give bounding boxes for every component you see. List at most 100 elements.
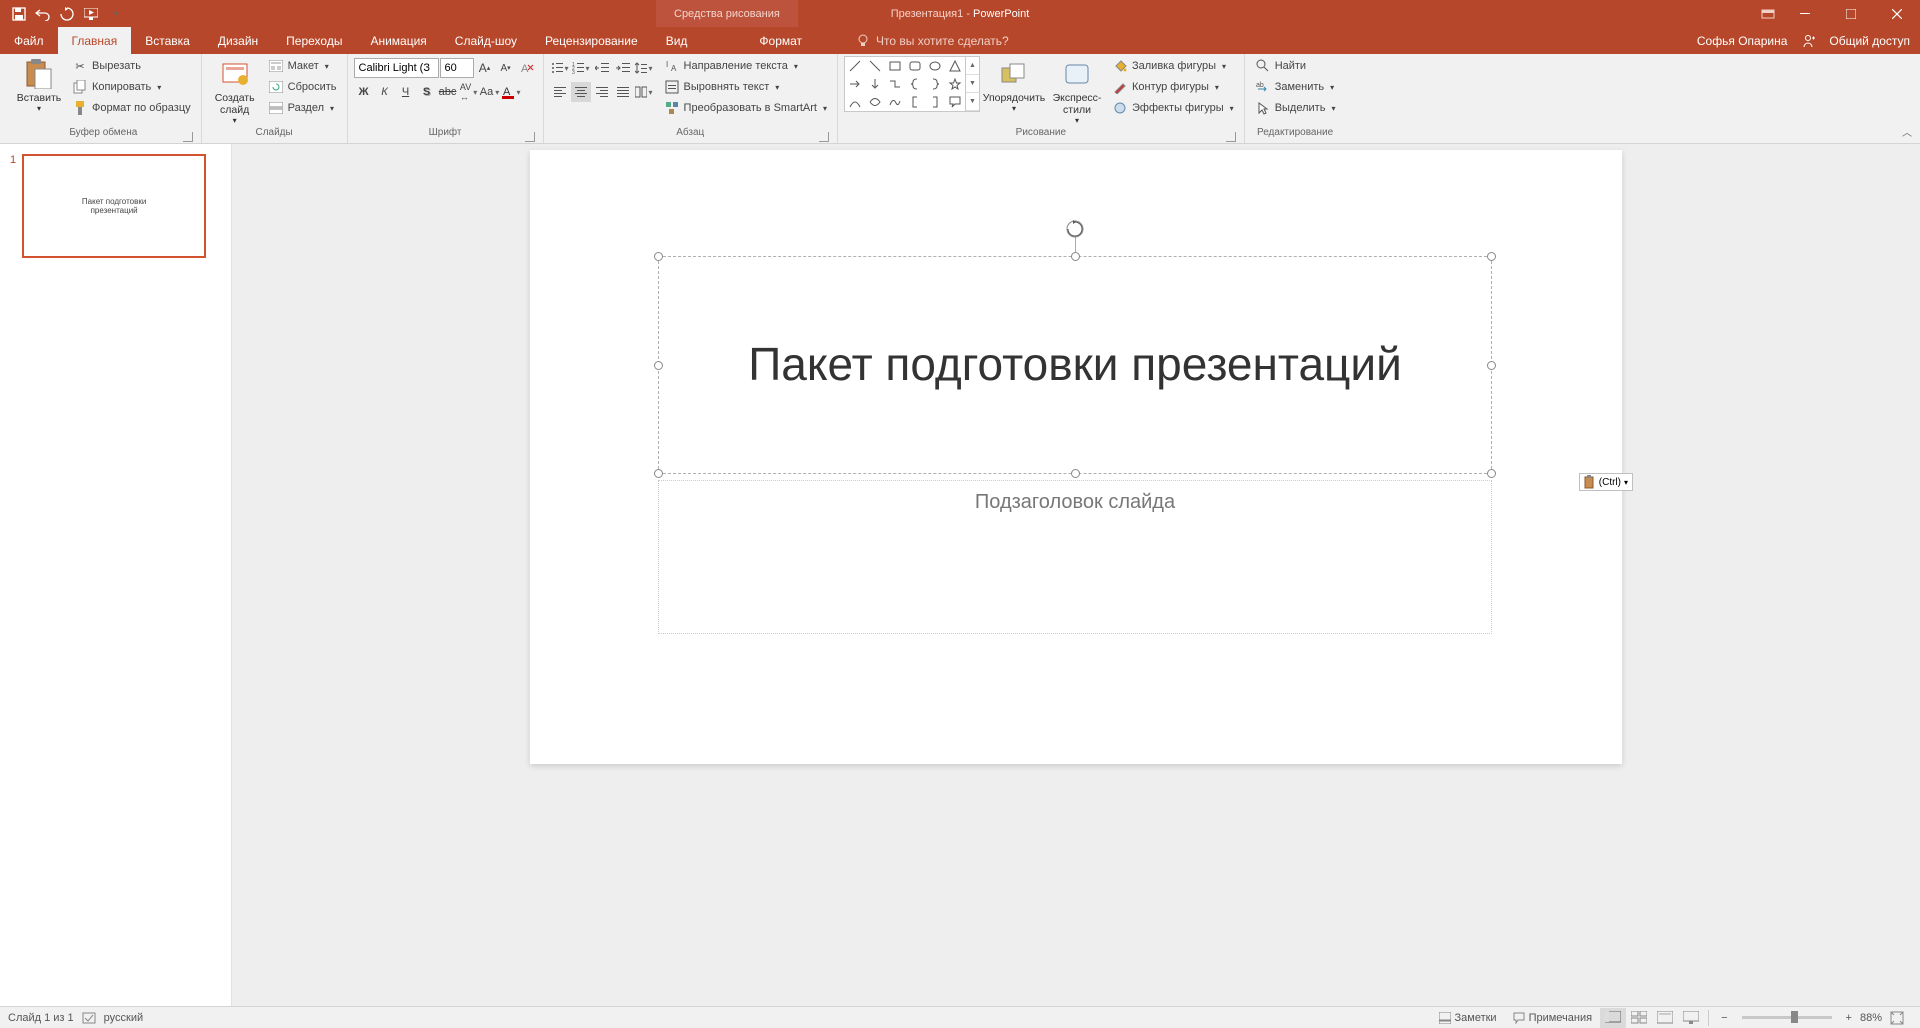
align-left-icon[interactable] xyxy=(550,82,570,102)
tab-review[interactable]: Рецензирование xyxy=(531,27,652,54)
shape-triangle-icon[interactable] xyxy=(945,57,965,75)
shape-rect-icon[interactable] xyxy=(885,57,905,75)
slideshow-view-icon[interactable] xyxy=(1678,1008,1704,1028)
tab-home[interactable]: Главная xyxy=(58,27,132,54)
columns-icon[interactable] xyxy=(634,82,654,102)
bold-icon[interactable]: Ж xyxy=(354,82,374,102)
char-spacing-icon[interactable]: AV↔ xyxy=(459,82,479,102)
strikethrough-icon[interactable]: abc xyxy=(438,82,458,102)
zoom-out-button[interactable]: − xyxy=(1713,1012,1735,1024)
tab-design[interactable]: Дизайн xyxy=(204,27,272,54)
shadow-icon[interactable]: S xyxy=(417,82,437,102)
normal-view-icon[interactable] xyxy=(1600,1008,1626,1028)
shapes-gallery[interactable]: ▲ ▼ ▼ xyxy=(844,56,980,112)
slide-thumbnail-1[interactable]: 1 Пакет подготовки презентаций xyxy=(10,154,221,258)
zoom-thumb[interactable] xyxy=(1791,1011,1798,1023)
start-from-beginning-icon[interactable] xyxy=(80,3,102,25)
share-button[interactable]: Общий доступ xyxy=(1829,34,1910,48)
decrease-indent-icon[interactable] xyxy=(592,58,612,78)
paste-options-button[interactable]: (Ctrl) ▾ xyxy=(1579,473,1633,491)
resize-handle[interactable] xyxy=(654,252,663,261)
tab-transitions[interactable]: Переходы xyxy=(272,27,356,54)
shape-arrow-r-icon[interactable] xyxy=(845,75,865,93)
drawing-launcher[interactable] xyxy=(1226,132,1236,142)
font-launcher[interactable] xyxy=(525,132,535,142)
select-button[interactable]: Выделить▾ xyxy=(1251,98,1340,118)
line-spacing-icon[interactable] xyxy=(634,58,654,78)
shape-rect2-icon[interactable] xyxy=(905,57,925,75)
font-size-input[interactable] xyxy=(440,58,474,78)
format-painter-button[interactable]: Формат по образцу xyxy=(68,98,195,118)
shape-oval-icon[interactable] xyxy=(925,57,945,75)
font-color-icon[interactable]: A xyxy=(501,82,521,102)
font-name-input[interactable] xyxy=(354,58,439,78)
collapse-ribbon-icon[interactable]: ︿ xyxy=(1902,124,1912,139)
increase-font-icon[interactable]: A▴ xyxy=(475,58,495,78)
save-icon[interactable] xyxy=(8,3,30,25)
tab-file[interactable]: Файл xyxy=(0,27,58,54)
user-name[interactable]: Софья Опарина xyxy=(1697,34,1787,48)
gallery-more-icon[interactable]: ▼ xyxy=(966,93,979,111)
text-direction-button[interactable]: IAНаправление текста▾ xyxy=(660,56,831,76)
resize-handle[interactable] xyxy=(1487,469,1496,478)
slide-thumbnails-panel[interactable]: 1 Пакет подготовки презентаций xyxy=(0,144,232,1006)
shape-bracket-r-icon[interactable] xyxy=(925,93,945,111)
shape-connector-icon[interactable] xyxy=(885,75,905,93)
sorter-view-icon[interactable] xyxy=(1626,1008,1652,1028)
paste-button[interactable]: Вставить▾ xyxy=(12,56,66,113)
justify-icon[interactable] xyxy=(613,82,633,102)
resize-handle[interactable] xyxy=(1071,469,1080,478)
shape-brace-r-icon[interactable] xyxy=(925,75,945,93)
ribbon-display-options-icon[interactable] xyxy=(1756,2,1780,26)
shape-curve3-icon[interactable] xyxy=(885,93,905,111)
underline-icon[interactable]: Ч xyxy=(396,82,416,102)
slide-canvas[interactable]: Пакет подготовки презентаций Подзаголово… xyxy=(530,150,1622,764)
spellcheck-icon[interactable] xyxy=(74,1011,104,1025)
tell-me-search[interactable]: Что вы хотите сделать? xyxy=(856,27,1009,54)
comments-button[interactable]: Примечания xyxy=(1505,1012,1601,1024)
align-right-icon[interactable] xyxy=(592,82,612,102)
tab-insert[interactable]: Вставка xyxy=(131,27,204,54)
shape-star-icon[interactable] xyxy=(945,75,965,93)
resize-handle[interactable] xyxy=(654,361,663,370)
section-button[interactable]: Раздел▾ xyxy=(264,98,341,118)
slide-position[interactable]: Слайд 1 из 1 xyxy=(8,1012,74,1024)
undo-icon[interactable] xyxy=(32,3,54,25)
replace-button[interactable]: abЗаменить▾ xyxy=(1251,77,1340,97)
gallery-up-icon[interactable]: ▲ xyxy=(966,57,979,75)
language-indicator[interactable]: русский xyxy=(104,1012,143,1024)
resize-handle[interactable] xyxy=(1071,252,1080,261)
reading-view-icon[interactable] xyxy=(1652,1008,1678,1028)
shape-curve-icon[interactable] xyxy=(845,93,865,111)
quick-styles-button[interactable]: Экспресс-стили▾ xyxy=(1048,56,1106,125)
fit-to-window-icon[interactable] xyxy=(1882,1011,1912,1025)
close-button[interactable] xyxy=(1874,0,1920,27)
bullets-icon[interactable] xyxy=(550,58,570,78)
slide-subtitle-text[interactable]: Подзаголовок слайда xyxy=(659,491,1491,514)
arrange-button[interactable]: Упорядочить▾ xyxy=(980,56,1048,113)
increase-indent-icon[interactable] xyxy=(613,58,633,78)
change-case-icon[interactable]: Aa xyxy=(480,82,500,102)
shape-curve2-icon[interactable] xyxy=(865,93,885,111)
tab-slideshow[interactable]: Слайд-шоу xyxy=(441,27,531,54)
maximize-button[interactable] xyxy=(1828,0,1874,27)
convert-smartart-button[interactable]: Преобразовать в SmartArt▾ xyxy=(660,98,831,118)
shape-callout-icon[interactable] xyxy=(945,93,965,111)
shape-effects-button[interactable]: Эффекты фигуры▾ xyxy=(1108,98,1238,118)
reset-button[interactable]: Сбросить xyxy=(264,77,341,97)
tab-format[interactable]: Формат xyxy=(745,27,816,54)
subtitle-textbox[interactable]: Подзаголовок слайда (Ctrl) ▾ xyxy=(658,480,1492,634)
numbering-icon[interactable]: 123 xyxy=(571,58,591,78)
layout-button[interactable]: Макет▾ xyxy=(264,56,341,76)
resize-handle[interactable] xyxy=(1487,252,1496,261)
copy-button[interactable]: Копировать▾ xyxy=(68,77,195,97)
shape-arrow-d-icon[interactable] xyxy=(865,75,885,93)
decrease-font-icon[interactable]: A▾ xyxy=(496,58,516,78)
tab-view[interactable]: Вид xyxy=(652,27,702,54)
title-textbox[interactable]: Пакет подготовки презентаций xyxy=(658,256,1492,474)
notes-button[interactable]: Заметки xyxy=(1431,1012,1505,1024)
resize-handle[interactable] xyxy=(654,469,663,478)
minimize-button[interactable] xyxy=(1782,0,1828,27)
tab-animations[interactable]: Анимация xyxy=(356,27,440,54)
qat-customize-icon[interactable] xyxy=(104,3,126,25)
